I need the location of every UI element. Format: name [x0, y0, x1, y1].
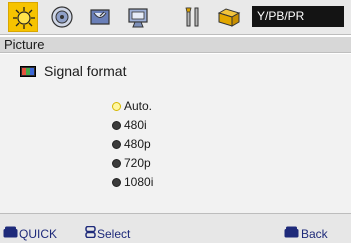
channel-dish-icon[interactable] — [85, 2, 115, 32]
exit-button-icon[interactable] — [284, 226, 299, 238]
tv-osd-menu: Y/PB/PR Picture Signal format Auto. 480i… — [0, 0, 351, 243]
signal-format-icon — [20, 66, 36, 77]
radio-unselected-icon — [112, 140, 121, 149]
radio-unselected-icon — [112, 159, 121, 168]
option-480i[interactable]: 480i — [112, 118, 147, 132]
option-480p[interactable]: 480p — [112, 137, 151, 151]
signal-format-label: Signal format — [44, 63, 127, 79]
menu-content: Signal format Auto. 480i 480p 720p 1080i — [0, 54, 351, 213]
option-label: 720p — [124, 156, 151, 170]
radio-unselected-icon — [112, 121, 121, 130]
input-source-label: Y/PB/PR — [252, 6, 344, 27]
quick-hint-label: QUICK — [19, 227, 58, 241]
back-hint-label: Back — [301, 227, 328, 241]
sound-disc-icon[interactable] — [47, 2, 77, 32]
option-label: 1080i — [124, 175, 154, 189]
option-label: 480i — [124, 118, 147, 132]
radio-unselected-icon — [112, 178, 121, 187]
section-title: Picture — [0, 37, 351, 53]
option-720p[interactable]: 720p — [112, 156, 151, 170]
option-1080i[interactable]: 1080i — [112, 175, 153, 189]
input-folder-icon[interactable] — [214, 2, 244, 32]
up-down-arrows-icon[interactable] — [85, 226, 96, 238]
menu-tab-bar: Y/PB/PR — [0, 0, 351, 35]
option-label: 480p — [124, 137, 151, 151]
features-screen-icon[interactable] — [123, 2, 153, 32]
option-label: Auto. — [124, 99, 153, 113]
radio-selected-icon — [112, 102, 121, 111]
menu-button-icon[interactable] — [3, 226, 18, 238]
footer-hints: QUICK Select Back — [0, 213, 351, 243]
option-auto[interactable]: Auto. — [112, 99, 152, 113]
select-hint-label: Select — [97, 227, 131, 241]
setup-tools-icon[interactable] — [178, 2, 208, 32]
picture-sun-icon[interactable] — [8, 2, 38, 32]
